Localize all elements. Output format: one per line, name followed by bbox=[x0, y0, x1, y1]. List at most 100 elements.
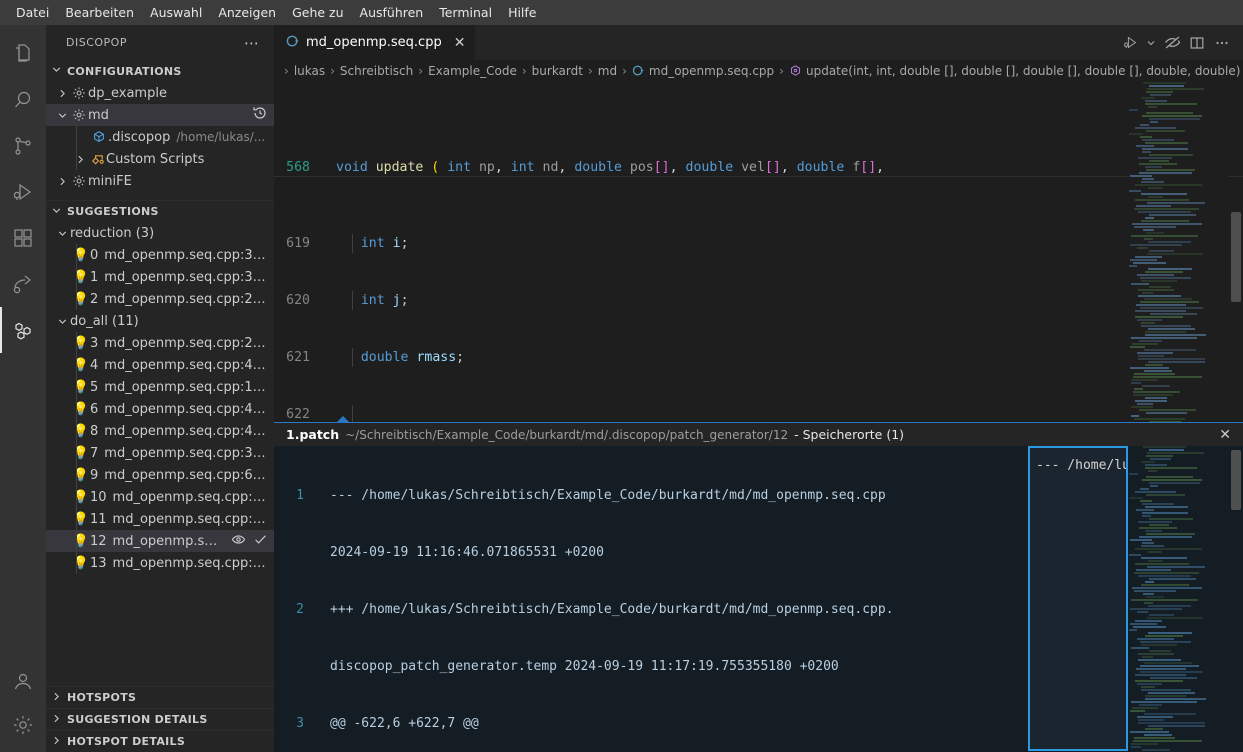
suggestion-item[interactable]: 💡 5 md_openmp.seq.cpp:118 bbox=[46, 376, 274, 398]
section-header-suggestion-details[interactable]: SUGGESTION DETAILS bbox=[46, 708, 274, 730]
eye-closed-icon[interactable] bbox=[1161, 32, 1183, 54]
suggestion-item[interactable]: 💡 4 md_openmp.seq.cpp:436 bbox=[46, 354, 274, 376]
config-item-miniFE[interactable]: miniFE bbox=[46, 170, 274, 192]
menu-item-auswahl[interactable]: Auswahl bbox=[142, 2, 210, 23]
section-header-suggestions[interactable]: SUGGESTIONS bbox=[46, 200, 274, 222]
patch-peek-overlay[interactable]: --- /home/lu bbox=[1028, 446, 1128, 751]
suggestion-label: md_openmp.seq.cpp:281 bbox=[104, 291, 268, 307]
breadcrumb: › lukas › Schreibtisch › Example_Code › … bbox=[274, 60, 1243, 82]
history-icon[interactable] bbox=[252, 105, 268, 125]
lightbulb-icon: 💡 bbox=[72, 511, 90, 527]
menu-item-terminal[interactable]: Terminal bbox=[431, 2, 500, 23]
lightbulb-icon: 💡 bbox=[72, 423, 90, 439]
menu-item-gehe-zu[interactable]: Gehe zu bbox=[284, 2, 351, 23]
section-header-hotspots[interactable]: HOTSPOTS bbox=[46, 686, 274, 708]
code-editor[interactable]: 568 void update ( int np, int nd, double… bbox=[274, 82, 1243, 422]
suggestion-group-do_all[interactable]: do_all (11) bbox=[46, 310, 274, 332]
explorer-icon[interactable] bbox=[0, 31, 46, 77]
tab-md_openmp-seq-cpp[interactable]: md_openmp.seq.cpp ✕ bbox=[274, 25, 477, 60]
run-debug-icon[interactable] bbox=[0, 169, 46, 215]
menu-item-anzeigen[interactable]: Anzeigen bbox=[210, 2, 284, 23]
method-symbol-icon bbox=[789, 64, 802, 78]
code-line-622[interactable]: 622 bbox=[274, 405, 1243, 422]
sticky-scroll-line[interactable]: 568 void update ( int np, int nd, double… bbox=[274, 158, 1243, 177]
suggestion-item[interactable]: 💡 1 md_openmp.seq.cpp:319 bbox=[46, 266, 274, 288]
eye-icon[interactable] bbox=[231, 532, 246, 551]
chevron-down-icon[interactable] bbox=[54, 227, 70, 240]
source-control-icon[interactable] bbox=[0, 123, 46, 169]
patch-content[interactable]: 1 --- /home/lukas/Schreibtisch/Example_C… bbox=[274, 446, 1243, 752]
chevron-right-icon[interactable] bbox=[54, 175, 70, 188]
suggestion-item[interactable]: 💡 8 md_openmp.seq.cpp:441 bbox=[46, 420, 274, 442]
config-item-custom-scripts[interactable]: Custom Scripts bbox=[46, 148, 274, 170]
suggestion-item[interactable]: 💡 0 md_openmp.seq.cpp:370 bbox=[46, 244, 274, 266]
tab-label: md_openmp.seq.cpp bbox=[306, 35, 442, 50]
breadcrumb-item-md[interactable]: md bbox=[598, 64, 617, 78]
settings-gear-icon[interactable] bbox=[0, 706, 46, 752]
scrollbar-thumb[interactable] bbox=[1231, 450, 1241, 510]
suggestion-item[interactable]: 💡 13 md_openmp.seq.cpp:426 bbox=[46, 552, 274, 574]
patch-name: 1.patch bbox=[286, 427, 340, 442]
suggestion-index: 13 bbox=[90, 555, 107, 571]
menu-item-ausfuehren[interactable]: Ausführen bbox=[352, 2, 432, 23]
patch-vertical-scrollbar[interactable] bbox=[1229, 446, 1243, 752]
account-icon[interactable] bbox=[0, 660, 46, 706]
patch-minimap[interactable] bbox=[1129, 446, 1229, 752]
code-line-619[interactable]: 619 int i; bbox=[274, 234, 1243, 253]
more-actions-icon[interactable] bbox=[1211, 32, 1233, 54]
suggestion-item[interactable]: 💡 3 md_openmp.seq.cpp:286 bbox=[46, 332, 274, 354]
suggestion-group-reduction[interactable]: reduction (3) bbox=[46, 222, 274, 244]
code-line-620[interactable]: 620 int j; bbox=[274, 291, 1243, 310]
split-editor-icon[interactable] bbox=[1186, 32, 1208, 54]
lightbulb-icon: 💡 bbox=[72, 291, 90, 307]
sidebar-title-bar: DISCOPOP ⋯ bbox=[46, 25, 274, 60]
run-debug-file-icon[interactable] bbox=[1119, 32, 1141, 54]
config-item-discopop[interactable]: .discopop /home/lukas/... bbox=[46, 126, 274, 148]
breadcrumb-label: Example_Code bbox=[428, 64, 517, 78]
editor-vertical-scrollbar[interactable] bbox=[1229, 82, 1243, 422]
suggestion-item-selected[interactable]: 💡 12 md_openmp.seq.c... bbox=[46, 530, 274, 552]
breadcrumb-item-example_code[interactable]: Example_Code bbox=[428, 64, 517, 78]
discopop-icon[interactable] bbox=[0, 307, 46, 353]
breadcrumb-label: Schreibtisch bbox=[339, 64, 414, 78]
chevron-down-icon[interactable] bbox=[54, 109, 70, 122]
suggestion-item[interactable]: 💡 11 md_openmp.seq.cpp:428 bbox=[46, 508, 274, 530]
close-icon[interactable]: ✕ bbox=[1215, 427, 1235, 443]
lightbulb-icon: 💡 bbox=[72, 489, 90, 505]
chevron-right-icon[interactable] bbox=[72, 153, 88, 166]
config-item-dp_example[interactable]: dp_example bbox=[46, 82, 274, 104]
patch-line-number: 1 bbox=[296, 488, 304, 503]
suggestion-item[interactable]: 💡 7 md_openmp.seq.cpp:310 bbox=[46, 442, 274, 464]
breadcrumb-item-lukas[interactable]: lukas bbox=[294, 64, 325, 78]
config-item-md[interactable]: md bbox=[46, 104, 274, 126]
code-line-text: void update ( int np, int nd, double pos… bbox=[336, 159, 885, 175]
configurations-tree: dp_example md .discopop /home/lukas/... … bbox=[46, 82, 274, 192]
suggestion-item[interactable]: 💡 6 md_openmp.seq.cpp:443 bbox=[46, 398, 274, 420]
extensions-icon[interactable] bbox=[0, 215, 46, 261]
suggestion-item[interactable]: 💡 2 md_openmp.seq.cpp:281 bbox=[46, 288, 274, 310]
suggestion-item[interactable]: 💡 9 md_openmp.seq.cpp:627 bbox=[46, 464, 274, 486]
breadcrumb-item-burkardt[interactable]: burkardt bbox=[532, 64, 583, 78]
breadcrumb-item-schreibtisch[interactable]: Schreibtisch bbox=[340, 64, 413, 78]
chevron-down-icon[interactable] bbox=[54, 315, 70, 328]
menu-item-bearbeiten[interactable]: Bearbeiten bbox=[57, 2, 142, 23]
suggestion-item[interactable]: 💡 10 md_openmp.seq.cpp:434 bbox=[46, 486, 274, 508]
section-header-hotspot-details[interactable]: HOTSPOT DETAILS bbox=[46, 730, 274, 752]
close-icon[interactable]: ✕ bbox=[454, 36, 466, 50]
breadcrumb-item-symbol[interactable]: update(int, int, double [], double [], d… bbox=[789, 64, 1240, 78]
scrollbar-thumb[interactable] bbox=[1231, 212, 1241, 302]
search-icon[interactable] bbox=[0, 77, 46, 123]
chevron-right-icon[interactable] bbox=[54, 87, 70, 100]
menu-item-datei[interactable]: Datei bbox=[8, 2, 57, 23]
check-icon[interactable] bbox=[253, 532, 268, 551]
editor-minimap[interactable] bbox=[1129, 82, 1229, 422]
section-header-configurations[interactable]: CONFIGURATIONS bbox=[46, 60, 274, 82]
share-icon[interactable] bbox=[0, 261, 46, 307]
breadcrumb-item-file[interactable]: md_openmp.seq.cpp bbox=[632, 64, 774, 78]
breadcrumb-separator: › bbox=[779, 64, 784, 78]
chevron-down-icon[interactable] bbox=[1144, 32, 1158, 54]
menu-item-hilfe[interactable]: Hilfe bbox=[500, 2, 544, 23]
code-line-621[interactable]: 621 double rmass; bbox=[274, 348, 1243, 367]
lightbulb-icon: 💡 bbox=[72, 467, 90, 483]
sidebar-more-actions-icon[interactable]: ⋯ bbox=[238, 35, 266, 50]
